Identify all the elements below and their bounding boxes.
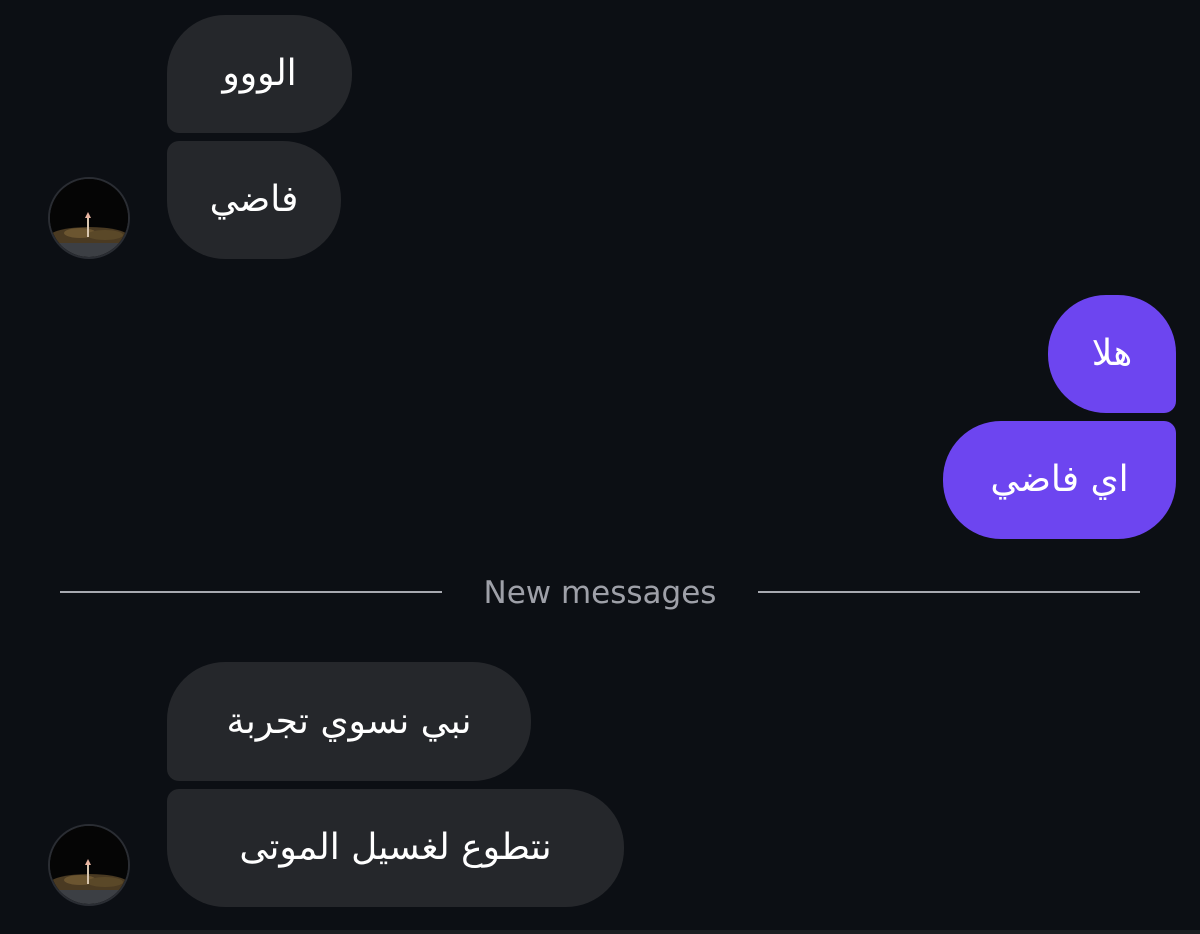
message-text: نتطوع لغسيل الموتى	[239, 827, 552, 868]
message-text: هلا	[1091, 333, 1133, 374]
contact-avatar[interactable]	[48, 824, 130, 906]
outgoing-message-bubble[interactable]: هلا	[1048, 295, 1176, 413]
message-text: اي فاضي	[990, 459, 1129, 500]
divider-line	[60, 591, 442, 593]
incoming-message-bubble[interactable]: الووو	[167, 15, 352, 133]
composer-edge	[80, 930, 1200, 934]
contact-avatar[interactable]	[48, 177, 130, 259]
incoming-message-bubble[interactable]: نتطوع لغسيل الموتى	[167, 789, 624, 907]
message-text: الووو	[222, 53, 297, 94]
new-messages-divider-label: New messages	[483, 575, 717, 611]
incoming-message-bubble[interactable]: فاضي	[167, 141, 341, 259]
message-text: نبي نسوي تجربة	[226, 700, 472, 742]
outgoing-message-bubble[interactable]: اي فاضي	[943, 421, 1176, 539]
message-text: فاضي	[209, 179, 299, 220]
incoming-message-bubble[interactable]: نبي نسوي تجربة	[167, 662, 531, 781]
divider-line	[758, 591, 1140, 593]
